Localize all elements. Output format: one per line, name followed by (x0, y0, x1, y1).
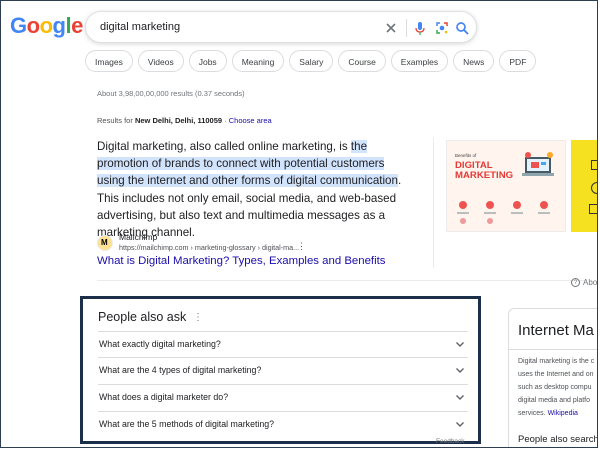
chip-videos[interactable]: Videos (137, 50, 184, 72)
search-separator (406, 19, 407, 37)
kp-line: such as desktop compu (518, 384, 592, 391)
feedback-link[interactable]: Feedback (436, 438, 465, 445)
location-place: New Delhi, Delhi, 110059 (134, 116, 223, 125)
snippet-images: Benefits of DIGITAL MARKETING (433, 138, 597, 268)
search-input[interactable]: digital marketing (100, 21, 180, 33)
browser-frame: Google digital marketing Images Videos J… (0, 0, 598, 448)
source-url: https://mailchimp.com › marketing-glossa… (119, 243, 300, 252)
benefits-icons (457, 201, 550, 224)
search-icon[interactable] (453, 19, 471, 37)
source-name: Mailchimp (119, 232, 158, 242)
featured-snippet-text: Digital marketing, also called online ma… (97, 138, 409, 241)
mic-icon[interactable] (411, 19, 429, 37)
chip-examples[interactable]: Examples (390, 50, 449, 72)
chip-news[interactable]: News (453, 50, 495, 72)
close-icon[interactable] (382, 19, 400, 37)
results-stats: About 3,98,00,00,000 results (0.37 secon… (97, 89, 245, 98)
knowledge-panel-divider (509, 349, 597, 350)
logo-letter: o (39, 13, 53, 38)
search-box[interactable]: digital marketing (85, 11, 477, 43)
search-chips: Images Videos Jobs Meaning Salary Course… (85, 50, 537, 72)
image-title-line1: DIGITAL (455, 160, 493, 171)
google-logo[interactable]: Google (10, 13, 83, 39)
logo-letter: o (26, 13, 40, 38)
digital-marketing-image[interactable]: Benefits of DIGITAL MARKETING (446, 140, 566, 232)
image-subtitle: Benefits of (455, 153, 477, 158)
chevron-down-icon[interactable] (454, 391, 466, 403)
about-featured-snippets[interactable]: ? Abo (571, 278, 598, 288)
paa-more-icon[interactable]: ⋮ (193, 312, 203, 323)
about-label: Abo (583, 278, 598, 287)
logo-letter: e (71, 13, 83, 38)
location-separator: · (222, 116, 229, 125)
kp-line: uses the Internet and on (518, 371, 594, 378)
chevron-down-icon[interactable] (454, 418, 466, 430)
knowledge-panel-description: Digital marketing is the c uses the Inte… (518, 355, 597, 420)
image-doodle (589, 204, 597, 214)
paa-question[interactable]: What are the 4 types of digital marketin… (98, 357, 468, 383)
location-line: Results for New Delhi, Delhi, 110059 · C… (97, 116, 272, 125)
wikipedia-link[interactable]: Wikipedia (548, 410, 578, 417)
chip-meaning[interactable]: Meaning (231, 50, 285, 72)
chip-pdf[interactable]: PDF (499, 50, 537, 72)
logo-letter: G (10, 13, 27, 38)
snippet-text-pre: Digital marketing, also called online ma… (97, 140, 351, 153)
chip-salary[interactable]: Salary (289, 50, 334, 72)
chip-course[interactable]: Course (338, 50, 386, 72)
mailchimp-favicon (97, 235, 113, 251)
more-options-icon[interactable]: ⋮ (297, 241, 306, 252)
knowledge-panel-title: Internet Ma (518, 322, 594, 339)
paa-question-text: What does a digital marketer do? (99, 392, 229, 402)
chip-jobs[interactable]: Jobs (188, 50, 227, 72)
section-divider (97, 280, 587, 281)
image-title-line2: MARKETING (455, 170, 514, 182)
lens-icon[interactable] (433, 19, 451, 37)
chip-images[interactable]: Images (85, 50, 133, 72)
paa-title: People also ask (98, 310, 187, 324)
paa-question[interactable]: What does a digital marketer do? (98, 384, 468, 410)
laptop-illustration-icon (522, 152, 554, 176)
digital-marketing-image-2[interactable] (571, 140, 597, 232)
location-prefix: Results for (97, 116, 135, 125)
info-icon: ? (571, 278, 580, 288)
choose-area-link[interactable]: Choose area (229, 116, 272, 125)
people-also-ask: People also ask ⋮ What exactly digital m… (80, 296, 481, 445)
kp-line: Digital marketing is the c (518, 358, 595, 365)
logo-letters: Google (10, 13, 83, 39)
kp-line: services. (518, 410, 548, 417)
snippet-result-link[interactable]: What is Digital Marketing? Types, Exampl… (97, 255, 386, 267)
logo-letter: g (52, 13, 66, 38)
chevron-down-icon[interactable] (454, 338, 466, 350)
paa-question-text: What are the 4 types of digital marketin… (99, 365, 262, 375)
image-doodle (591, 182, 597, 194)
paa-question-text: What are the 5 methods of digital market… (99, 419, 275, 429)
people-also-search-heading: People also search (518, 434, 598, 445)
image-doodle (591, 160, 597, 170)
kp-line: digital media and platfo (518, 397, 590, 404)
paa-question[interactable]: What are the 5 methods of digital market… (98, 411, 468, 437)
paa-question[interactable]: What exactly digital marketing? (98, 331, 468, 357)
image-title: DIGITAL MARKETING (455, 160, 514, 182)
paa-question-text: What exactly digital marketing? (99, 339, 221, 349)
knowledge-panel: Internet Ma Digital marketing is the c u… (508, 308, 598, 447)
chevron-down-icon[interactable] (454, 364, 466, 376)
